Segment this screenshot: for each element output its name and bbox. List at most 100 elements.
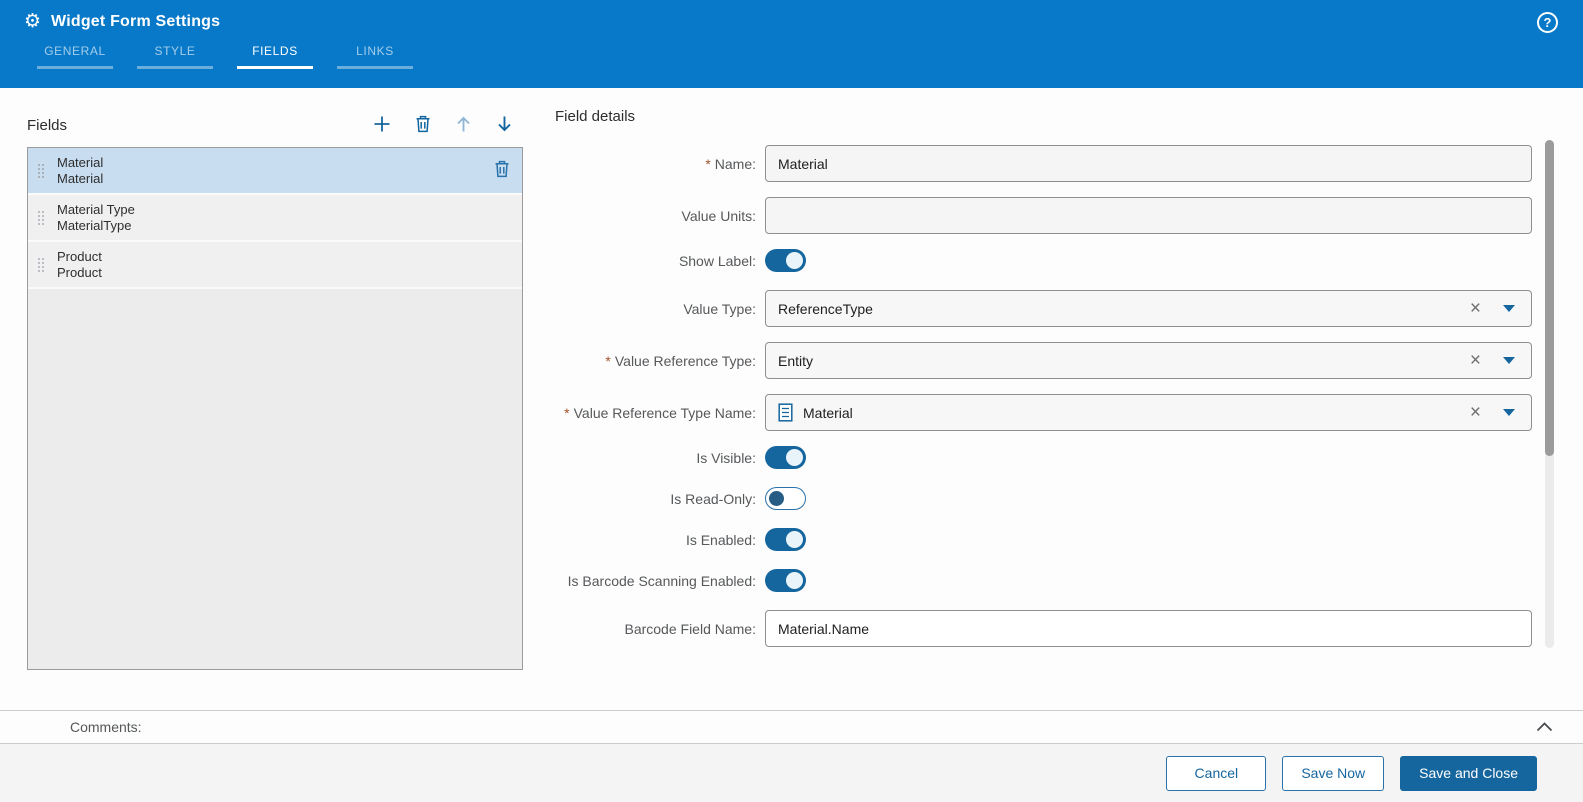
fields-panel-title: Fields: [27, 116, 68, 134]
collapse-comments-button[interactable]: [1536, 720, 1553, 735]
main-content: Fields Material Material Material Type M…: [0, 88, 1583, 710]
field-list-item-material[interactable]: Material Material: [28, 148, 522, 195]
is-enabled-toggle[interactable]: [765, 528, 806, 551]
field-item-label: Material Type: [57, 201, 135, 217]
drag-handle-icon[interactable]: [37, 209, 45, 227]
plus-icon: [373, 115, 391, 136]
is-barcode-scanning-enabled-label: Is Barcode Scanning Enabled:: [567, 572, 756, 589]
toggle-knob: [786, 449, 803, 466]
field-list-item-material-type[interactable]: Material Type MaterialType: [28, 195, 522, 242]
help-icon: ?: [1543, 15, 1552, 30]
value-type-value: ReferenceType: [778, 300, 873, 317]
tab-bar: GENERAL STYLE FIELDS LINKS: [0, 44, 1583, 69]
tab-links[interactable]: LINKS: [325, 44, 425, 69]
trash-icon: [415, 115, 431, 136]
field-item-label: Material: [57, 154, 104, 170]
select-controls: ×: [1470, 403, 1515, 422]
is-visible-toggle[interactable]: [765, 446, 806, 469]
toggle-knob: [769, 491, 784, 506]
fields-header: Fields: [27, 108, 523, 142]
toggle-knob: [786, 252, 803, 269]
select-controls: ×: [1470, 299, 1515, 318]
fields-list: Material Material Material Type Material…: [27, 147, 523, 670]
name-input[interactable]: [765, 145, 1532, 182]
value-units-row: Value Units:: [555, 197, 1532, 234]
required-asterisk: *: [564, 404, 570, 421]
field-item-name: Material: [57, 170, 104, 186]
save-and-close-button[interactable]: Save and Close: [1400, 755, 1537, 791]
field-item-name: MaterialType: [57, 217, 132, 233]
barcode-field-name-label: Barcode Field Name:: [624, 620, 756, 637]
field-list-item-product[interactable]: Product Product: [28, 242, 522, 289]
tab-style[interactable]: STYLE: [125, 44, 225, 69]
drag-handle-icon[interactable]: [37, 162, 45, 180]
comments-label: Comments:: [70, 719, 142, 735]
is-read-only-toggle[interactable]: [765, 487, 806, 510]
tab-general-underline: [37, 66, 113, 69]
page-title: Widget Form Settings: [51, 12, 221, 30]
select-controls: ×: [1470, 351, 1515, 370]
move-up-button[interactable]: [453, 113, 474, 138]
chevron-down-icon[interactable]: [1503, 409, 1515, 416]
value-reference-type-select[interactable]: Entity ×: [765, 342, 1532, 379]
scrollbar-thumb[interactable]: [1545, 140, 1554, 456]
value-reference-type-value: Entity: [778, 352, 814, 369]
value-type-label: Value Type:: [683, 300, 756, 317]
save-now-button[interactable]: Save Now: [1282, 755, 1385, 791]
comments-bar[interactable]: Comments:: [0, 710, 1583, 744]
clear-icon[interactable]: ×: [1470, 351, 1481, 370]
clear-icon[interactable]: ×: [1470, 299, 1481, 318]
tab-style-label: STYLE: [154, 44, 196, 58]
is-barcode-scanning-enabled-row: Is Barcode Scanning Enabled:: [555, 569, 1532, 592]
tab-fields-underline: [237, 66, 313, 69]
toggle-knob: [786, 531, 803, 548]
tab-fields[interactable]: FIELDS: [225, 44, 325, 69]
name-row: * Name:: [555, 145, 1532, 182]
show-label-label: Show Label:: [678, 252, 756, 269]
title-row: ⚙ Widget Form Settings: [0, 0, 1583, 31]
clear-icon[interactable]: ×: [1470, 403, 1481, 422]
field-item-text: Material Material: [57, 155, 103, 187]
scrollbar[interactable]: [1545, 140, 1554, 648]
chevron-down-icon[interactable]: [1503, 305, 1515, 312]
drag-handle-icon[interactable]: [37, 256, 45, 274]
is-barcode-scanning-enabled-toggle[interactable]: [765, 569, 806, 592]
is-enabled-label: Is Enabled:: [685, 531, 756, 548]
add-field-button[interactable]: [371, 113, 393, 138]
value-reference-type-label: * Value Reference Type:: [605, 352, 756, 369]
value-units-label: Value Units:: [681, 207, 756, 224]
delete-field-button[interactable]: [413, 113, 433, 138]
is-read-only-label: Is Read-Only:: [670, 490, 756, 507]
entity-icon: [778, 403, 793, 422]
tab-links-underline: [337, 66, 413, 69]
cancel-button[interactable]: Cancel: [1166, 755, 1267, 791]
value-type-select[interactable]: ReferenceType ×: [765, 290, 1532, 327]
value-reference-type-name-select[interactable]: Material ×: [765, 394, 1532, 431]
dialog-header: ⚙ Widget Form Settings ? GENERAL STYLE F…: [0, 0, 1583, 88]
help-button[interactable]: ?: [1537, 12, 1558, 33]
fields-section: Fields Material Material Material Type M…: [27, 108, 523, 670]
move-down-button[interactable]: [494, 113, 515, 138]
delete-item-button[interactable]: [494, 160, 510, 181]
gear-icon: ⚙: [24, 11, 42, 32]
show-label-toggle[interactable]: [765, 249, 806, 272]
chevron-up-icon: [1536, 720, 1553, 735]
toggle-knob: [786, 572, 803, 589]
tab-general[interactable]: GENERAL: [25, 44, 125, 69]
tab-fields-label: FIELDS: [252, 44, 298, 58]
value-reference-type-row: * Value Reference Type: Entity ×: [555, 342, 1532, 379]
value-reference-type-name-label: * Value Reference Type Name:: [564, 404, 756, 421]
is-visible-label: Is Visible:: [696, 449, 756, 466]
value-units-input[interactable]: [765, 197, 1532, 234]
value-reference-type-name-value: Material: [803, 404, 853, 421]
field-item-name: Product: [57, 264, 102, 280]
is-read-only-row: Is Read-Only:: [555, 487, 1532, 510]
field-item-text: Material Type MaterialType: [57, 202, 135, 234]
arrow-up-icon: [455, 115, 472, 136]
value-reference-type-name-row: * Value Reference Type Name: Material ×: [555, 394, 1532, 431]
widget-form-settings-dialog: ⚙ Widget Form Settings ? GENERAL STYLE F…: [0, 0, 1583, 802]
barcode-field-name-input[interactable]: [765, 610, 1532, 647]
chevron-down-icon[interactable]: [1503, 357, 1515, 364]
is-enabled-row: Is Enabled:: [555, 528, 1532, 551]
show-label-row: Show Label:: [555, 249, 1532, 272]
